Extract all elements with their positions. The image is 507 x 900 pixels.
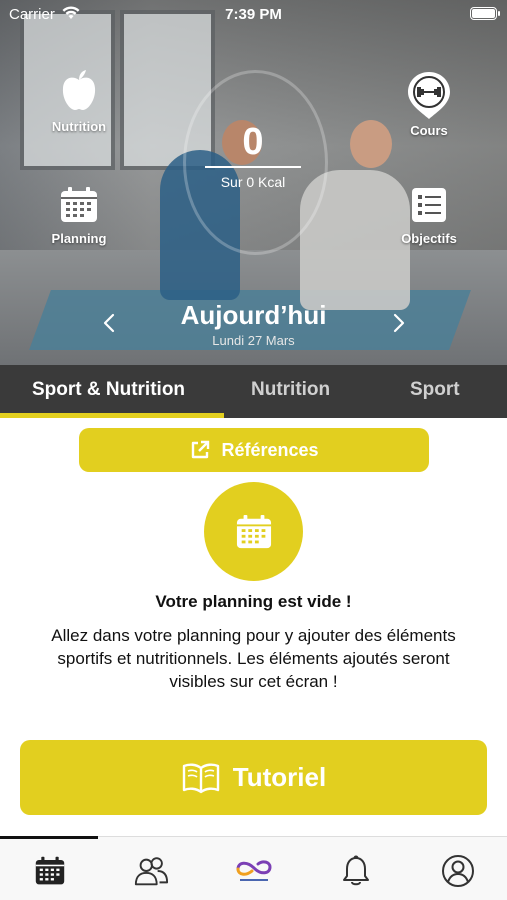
dumbbell-pin-icon	[408, 72, 450, 119]
chevron-left-icon[interactable]	[98, 312, 120, 334]
external-link-icon	[192, 440, 210, 459]
empty-state-badge	[204, 482, 303, 581]
empty-state-text: Allez dans votre planning pour y ajouter…	[51, 626, 456, 691]
references-label: Références	[221, 439, 319, 460]
nav-brand[interactable]	[230, 853, 278, 889]
calendar-icon	[61, 187, 97, 222]
nutrition-shortcut[interactable]: Nutrition	[45, 68, 113, 134]
calendar-icon	[236, 514, 271, 548]
kcal-value: 0	[242, 121, 264, 163]
tab-sport-nutrition[interactable]: Sport & Nutrition	[32, 365, 185, 418]
nav-notifications[interactable]	[338, 853, 374, 889]
nav-community[interactable]	[133, 853, 169, 889]
clock: 7:39 PM	[225, 6, 282, 23]
planning-label: Planning	[51, 231, 107, 246]
day-title: Aujourd’hui	[180, 300, 327, 330]
calendar-icon	[35, 856, 65, 885]
empty-state-title: Votre planning est vide !	[155, 592, 352, 611]
objectifs-shortcut[interactable]: Objectifs	[396, 186, 462, 246]
brand-logo	[236, 860, 272, 881]
nutrition-label: Nutrition	[51, 119, 107, 134]
battery-icon	[470, 7, 500, 20]
day-navigator: Aujourd’hui Lundi 27 Mars	[0, 300, 507, 348]
apple-icon	[62, 70, 96, 110]
tab-nutrition[interactable]: Nutrition	[251, 365, 330, 418]
book-icon	[182, 762, 219, 793]
planning-shortcut[interactable]: Planning	[45, 186, 113, 246]
cours-shortcut[interactable]: Cours	[396, 70, 462, 138]
background-person-head	[350, 120, 392, 168]
cours-label: Cours	[410, 123, 448, 138]
nav-profile[interactable]	[440, 853, 476, 889]
nav-planning[interactable]	[32, 853, 68, 889]
day-date: Lundi 27 Mars	[212, 333, 295, 348]
tutoriel-label: Tutoriel	[232, 762, 327, 792]
users-icon	[134, 857, 169, 886]
bottom-nav-active-indicator	[0, 836, 98, 839]
tutoriel-button[interactable]: Tutoriel	[20, 740, 487, 815]
references-button[interactable]: Références	[79, 428, 429, 472]
profile-icon	[442, 855, 474, 887]
kcal-counter: 0 Sur 0 Kcal	[203, 120, 303, 190]
tab-active-indicator	[0, 413, 224, 418]
segment-tabs: Sport & Nutrition Nutrition Sport	[0, 365, 507, 418]
status-bar: Carrier 7:39 PM	[0, 0, 507, 28]
bottom-nav	[0, 836, 507, 900]
chevron-right-icon[interactable]	[388, 312, 410, 334]
kcal-goal: Sur 0 Kcal	[220, 174, 286, 190]
bell-icon	[343, 855, 369, 886]
kcal-divider	[205, 166, 301, 168]
checklist-icon	[412, 188, 446, 222]
objectifs-label: Objectifs	[401, 231, 457, 246]
tab-sport[interactable]: Sport	[410, 365, 460, 418]
app-screen: Carrier 7:39 PM Nutrition Cours Planning…	[0, 0, 507, 900]
